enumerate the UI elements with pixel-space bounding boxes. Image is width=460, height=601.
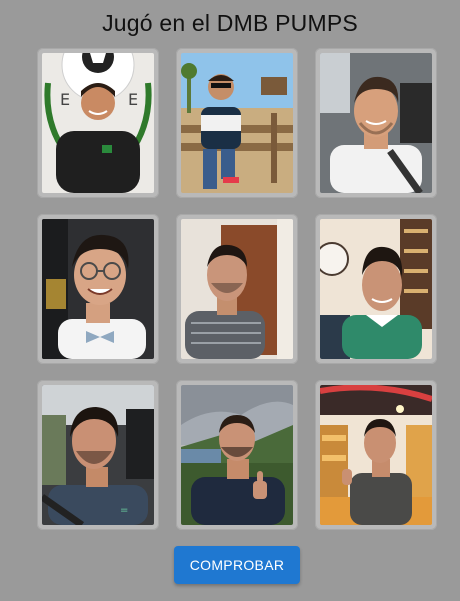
person-photo-6 [320,219,432,359]
svg-text:=: = [120,505,128,516]
person-photo-8 [181,385,293,525]
photo-card-9[interactable] [315,380,437,530]
page-title: Jugó en el DMB PUMPS [102,10,358,36]
photo-card-1[interactable]: E E [37,48,159,198]
check-button[interactable]: COMPROBAR [174,546,300,584]
person-photo-3 [320,53,432,193]
photo-card-8[interactable] [176,380,298,530]
svg-text:E: E [60,90,70,109]
photo-card-4[interactable] [37,214,159,364]
person-photo-9 [320,385,432,525]
quiz-page: Jugó en el DMB PUMPS E E = COMPROBAR [0,0,460,601]
photo-card-3[interactable] [315,48,437,198]
photo-card-6[interactable] [315,214,437,364]
photo-card-2[interactable] [176,48,298,198]
person-photo-5 [181,219,293,359]
photo-card-5[interactable] [176,214,298,364]
person-photo-1: E E [42,53,154,193]
svg-text:E: E [128,90,138,109]
person-photo-2 [181,53,293,193]
photo-card-7[interactable]: = [37,380,159,530]
person-photo-7: = [42,385,154,525]
person-photo-4 [42,219,154,359]
